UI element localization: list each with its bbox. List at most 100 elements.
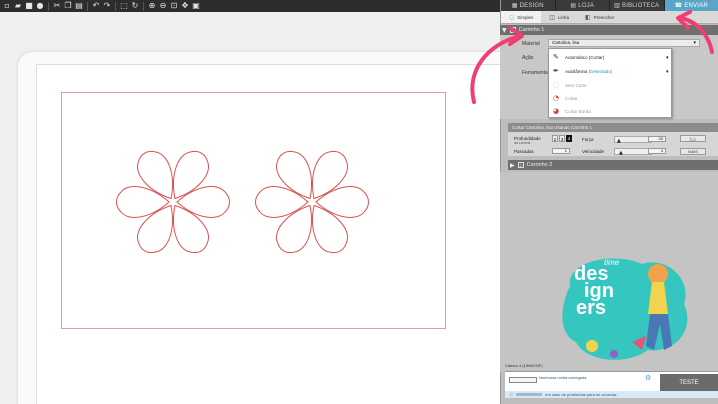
new-document-icon[interactable]: ▫ (2, 1, 12, 11)
logo-line-3: ers (576, 297, 607, 319)
option-sem-corte[interactable]: ◌ Sem Corte (553, 81, 587, 89)
option-cortar-borda[interactable]: ◕ Cortar Borda (553, 107, 591, 115)
forca-label: Força (582, 137, 594, 142)
teste-button[interactable]: TESTE (660, 374, 718, 391)
silhouette-studio-window: ▫ ▰ ■ ● ✂ ❐ ▤ ↶ ↷ ⬚ ↻ ⊕ ⊖ ⊡ ✥ ▣ ▦ DESIGN … (0, 0, 718, 404)
action-dropdown-menu: ✎ Automático (Cortar) ✒ Autolâmina (Detect… (548, 48, 672, 118)
zoom-in-icon[interactable]: ⊕ (147, 1, 157, 11)
logo-designers-text: des ign ers (574, 264, 614, 319)
velocidade-label: Velocidade (582, 149, 605, 154)
no-cut-icon: ◌ (553, 81, 560, 89)
tab-design[interactable]: ▦ DESIGN (501, 0, 556, 11)
velocidade-slider[interactable]: ▲ (614, 148, 652, 156)
refresh-icon[interactable]: ↻ (130, 1, 140, 11)
flower-petal (315, 186, 369, 218)
info-icon: ⓘ (509, 392, 513, 397)
send-icon: ☎ (674, 2, 683, 9)
material-label: Material (522, 41, 540, 47)
acao-label: Ação (522, 55, 534, 61)
ferramenta-label: Ferramenta (522, 70, 548, 76)
material-select[interactable]: Cartolina, lisa ▾ (548, 39, 700, 47)
autoblade-icon: ✒ (553, 67, 559, 75)
line-mode-icon: ◫ (549, 13, 555, 21)
redo-icon[interactable]: ↷ (102, 1, 112, 11)
flower-petal (116, 186, 170, 218)
media-indicator (509, 377, 537, 383)
paste-icon[interactable]: ▤ (74, 1, 84, 11)
simple-mode-icon: ◌ (509, 13, 515, 21)
zoom-window-icon[interactable]: ▣ (191, 1, 201, 11)
tool-2-icon: 2 (517, 162, 524, 168)
chat-icon[interactable]: ● (35, 1, 45, 11)
blade-depth-3[interactable]: 3 (559, 135, 565, 142)
flower-petal (275, 204, 312, 254)
help-link-placeholder[interactable] (516, 393, 543, 397)
toolbar-divider (87, 1, 88, 11)
tab-enviar[interactable]: ☎ ENVIAR (664, 0, 718, 11)
material-value: Cartolina, lisa (552, 40, 580, 45)
slider-thumb-icon: ▲ (617, 138, 621, 144)
flower-petal (176, 186, 230, 218)
velocidade-input[interactable]: 4 (648, 148, 666, 154)
flower-shape[interactable] (116, 145, 230, 258)
flower-petal (173, 204, 210, 254)
open-folder-icon[interactable]: ▰ (13, 1, 23, 11)
save-icon[interactable]: ■ (24, 1, 34, 11)
profundidade-sublabel: da Lâmina (514, 141, 531, 145)
blade-depth-2[interactable]: 2 (552, 135, 558, 142)
flower-petal (173, 150, 210, 200)
grid-icon: ▦ (511, 2, 518, 9)
passadas-input[interactable]: 1 (552, 148, 570, 154)
cut-settings-header: Cortar Cartolina, lisa Usando Carrinho 1 (508, 123, 718, 132)
flower-designs[interactable] (110, 138, 390, 278)
pan-icon[interactable]: ✥ (180, 1, 190, 11)
top-toolbar: ▫ ▰ ■ ● ✂ ❐ ▤ ↶ ↷ ⬚ ↻ ⊕ ⊖ ⊡ ✥ ▣ (0, 0, 500, 12)
toolbar-divider (115, 1, 116, 11)
forca-slider[interactable]: ▲ (614, 136, 652, 144)
fill-mode-icon: ◧ (584, 13, 591, 21)
undo-icon[interactable]: ↶ (91, 1, 101, 11)
toolbar-divider (143, 1, 144, 11)
mais-button[interactable]: MAIS (680, 148, 706, 155)
blade-preview-icon: ◺△ (680, 135, 706, 142)
subtab-linha[interactable]: ◫ Linha (541, 11, 577, 23)
carrinho-2-header[interactable]: ▶ 2 Carrinho 2 (508, 160, 718, 170)
subtab-simples[interactable]: ◌ Simples (501, 11, 542, 23)
carrinho-1-header[interactable]: ▼ 1 Carrinho 1 (500, 25, 718, 35)
flower-petal (136, 150, 173, 200)
subtab-preencher[interactable]: ◧ Preencher (577, 11, 622, 23)
slider-thumb-icon: ▲ (619, 150, 623, 156)
flower-petal (255, 186, 309, 218)
zoom-out-icon[interactable]: ⊖ (158, 1, 168, 11)
flower-petal (136, 204, 173, 254)
send-mode-tabs: ◌ Simples ◫ Linha ◧ Preencher (501, 11, 718, 24)
cut-settings: Profundidade da Lâmina 2 3 4 Passadas 1 … (508, 132, 718, 156)
expand-triangle-icon: ▶ (510, 161, 515, 169)
copy-icon[interactable]: ❐ (63, 1, 73, 11)
chevron-down-icon: ▾ (693, 40, 696, 46)
cut-edge-icon: ◕ (553, 107, 560, 115)
chevron-down-icon[interactable]: ▾ (666, 69, 669, 75)
tool-1-icon: 1 (509, 27, 516, 33)
flower-petal (275, 150, 312, 200)
cut-icon[interactable]: ✂ (52, 1, 62, 11)
option-automatico-cortar[interactable]: ✎ Automático (Cortar) (553, 53, 604, 61)
carrinho-1-body: Material Cartolina, lisa ▾ Ação Ferramen… (500, 35, 718, 119)
option-cortar[interactable]: ◔ Cortar (553, 94, 578, 102)
connection-help-bar[interactable]: ⓘ em caso de problemas para se conectar. (505, 391, 718, 398)
blade-depth-4[interactable]: 4 (566, 135, 572, 142)
option-autolamina[interactable]: ✒ Autolâmina (Detectado) (553, 67, 612, 75)
main-tabs: ▦ DESIGN ▤ LOJA ▥ BIBLIOTECA ☎ ENVIAR (501, 0, 718, 11)
tab-loja[interactable]: ▤ LOJA (556, 0, 610, 11)
passadas-label: Passadas (514, 149, 534, 154)
flower-shape[interactable] (255, 145, 369, 258)
tab-biblioteca[interactable]: ▥ BIBLIOTECA (610, 0, 665, 11)
select-icon[interactable]: ⬚ (119, 1, 129, 11)
machine-icon: ⚙ (645, 374, 652, 382)
forca-input[interactable]: 20 (648, 136, 666, 142)
library-icon: ▥ (614, 2, 621, 9)
chevron-down-icon[interactable]: ▾ (666, 55, 669, 61)
store-icon: ▤ (570, 2, 577, 9)
cut-shape-icon: ◔ (553, 94, 560, 102)
zoom-fit-icon[interactable]: ⊡ (169, 1, 179, 11)
